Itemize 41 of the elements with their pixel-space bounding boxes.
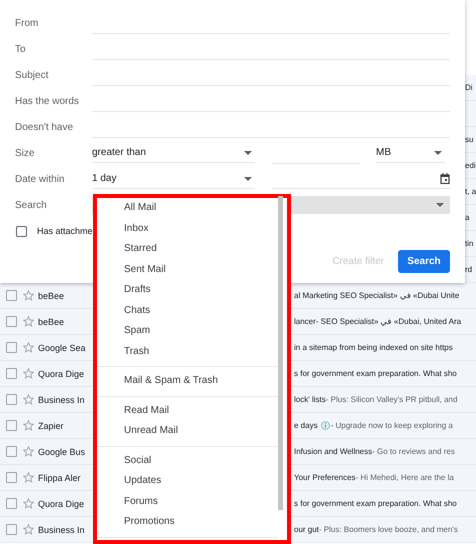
email-sender: Flippa Aler: [38, 472, 81, 482]
email-sender: Google Bus: [38, 446, 86, 456]
email-subject: e days: [294, 421, 318, 430]
email-snippet: - Upgrade now to keep exploring a: [330, 421, 453, 430]
email-subject: Infusion and Wellness: [294, 447, 372, 456]
email-snippet: - Plus: Silicon Valley's PR pitbull, and: [326, 395, 458, 404]
email-subject: Your Preferences: [294, 473, 356, 482]
checkbox-label: Has attachme: [37, 226, 93, 236]
field-label: Doesn't have: [15, 122, 74, 132]
email-sender: Business In: [38, 394, 85, 404]
field-label: Size: [15, 148, 36, 158]
field-label: To: [15, 44, 27, 54]
email-subject: Di: [465, 83, 473, 92]
email-snippet: - Go to reviews and res: [372, 447, 455, 456]
email-subject: lock' lists: [294, 395, 326, 404]
email-subject: t, a: [465, 187, 476, 196]
email-subject: lancer- SEO Specialist» في «Dubai, United Ara: [294, 317, 462, 326]
email-sender: Google Sea: [38, 342, 86, 352]
field-label: Date within: [15, 174, 66, 184]
email-sender: Quora Dige: [38, 368, 84, 378]
field-label: Subject: [15, 70, 50, 80]
field-label: Has the words: [15, 96, 80, 106]
email-subject: s for government exam preparation. What sho: [294, 369, 457, 378]
field-label: From: [15, 18, 40, 28]
field-label: Search: [15, 200, 48, 210]
email-subject: rd: [465, 265, 472, 274]
email-subject: our gut: [294, 525, 319, 534]
email-sender: Zapier: [38, 420, 64, 430]
email-sender: beBee: [38, 316, 64, 326]
email-subject: a: [465, 213, 470, 222]
email-subject: in a sitemap from being indexed on site https: [294, 343, 453, 352]
email-sender: Business In: [38, 524, 85, 534]
email-subject: tin: [465, 239, 474, 248]
email-subject: su: [465, 135, 474, 144]
email-subject: s for government exam preparation. What sho: [294, 499, 457, 508]
email-snippet: - Plus: Boomers love booze, and men's: [318, 525, 458, 534]
email-snippet: - Hi Mehedi, Here are the la: [356, 473, 454, 482]
email-sender: Quora Dige: [38, 498, 84, 508]
email-sender: beBee: [38, 290, 64, 300]
email-subject: al Marketing SEO Specialist» في «Dubai Unite: [294, 291, 460, 300]
email-subject: edi: [465, 161, 476, 170]
